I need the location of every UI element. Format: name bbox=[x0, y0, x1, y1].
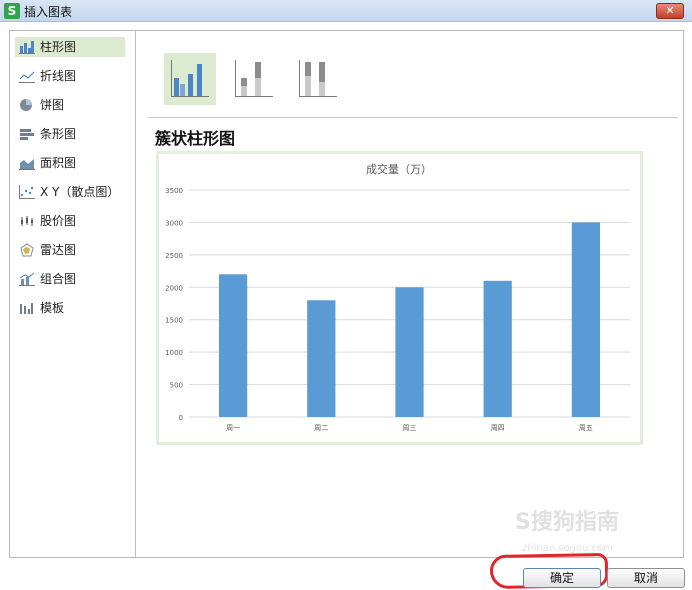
title-bar: S 插入图表 ✕ bbox=[0, 0, 692, 22]
sidebar-item-label: 饼图 bbox=[40, 98, 65, 112]
y-tick-label: 2000 bbox=[165, 284, 183, 292]
subtype-percent-stacked-column[interactable] bbox=[292, 53, 344, 105]
y-tick-label: 2500 bbox=[165, 252, 183, 260]
x-tick-label: 周四 bbox=[491, 424, 505, 432]
y-tick-label: 0 bbox=[179, 414, 183, 422]
sidebar-item-label: 条形图 bbox=[40, 127, 77, 141]
window-title: 插入图表 bbox=[24, 5, 73, 19]
wps-app-icon: S bbox=[4, 3, 20, 19]
area-chart-icon bbox=[19, 159, 35, 170]
sidebar-item-label: X Y（散点图） bbox=[40, 185, 120, 199]
y-tick-label: 1000 bbox=[165, 349, 183, 357]
sidebar-item-line[interactable]: 折线图 bbox=[15, 66, 125, 86]
subtype-stacked-column[interactable] bbox=[228, 53, 280, 105]
chart-preview: 成交量（万） 0 500 1000 1500 2000 2500 3000 3500 周一 周二… bbox=[156, 151, 643, 445]
scatter-chart-icon bbox=[19, 185, 35, 199]
bar-周四 bbox=[483, 280, 512, 417]
insert-chart-dialog: 柱形图 折线图 饼图 条形图 面积图 X Y（散点图） 股价图 雷达图 组合图 … bbox=[9, 30, 684, 558]
sidebar-item-stock[interactable]: 股价图 bbox=[15, 211, 125, 231]
chart-svg: 成交量（万） 0 500 1000 1500 2000 2500 3000 3500 周一 周二… bbox=[165, 162, 630, 432]
subtype-title: 簇状柱形图 bbox=[155, 129, 236, 148]
stacked-column-icon bbox=[235, 60, 273, 97]
sidebar-item-label: 柱形图 bbox=[40, 40, 77, 54]
bar-周五 bbox=[571, 222, 601, 417]
sidebar-item-radar[interactable]: 雷达图 bbox=[15, 240, 125, 260]
line-chart-icon bbox=[19, 71, 35, 83]
close-button[interactable]: ✕ bbox=[656, 3, 684, 19]
radar-chart-icon bbox=[20, 243, 34, 257]
chart-x-axis: 周一 周二 周三 周四 周五 bbox=[226, 424, 593, 432]
sidebar-item-label: 组合图 bbox=[40, 272, 77, 286]
x-tick-label: 周三 bbox=[403, 424, 417, 432]
sidebar-item-column[interactable]: 柱形图 bbox=[15, 37, 125, 57]
sidebar-item-label: 模板 bbox=[40, 301, 65, 315]
column-chart-icon bbox=[19, 41, 35, 54]
watermark: S搜狗指南 bbox=[515, 510, 619, 535]
sidebar-item-template[interactable]: 模板 bbox=[15, 298, 125, 318]
chart-title: 成交量（万） bbox=[366, 162, 432, 176]
template-icon bbox=[20, 303, 33, 314]
y-tick-label: 500 bbox=[170, 382, 183, 390]
clustered-column-icon bbox=[171, 60, 209, 97]
x-tick-label: 周一 bbox=[226, 424, 240, 432]
stock-chart-icon bbox=[21, 216, 33, 226]
chart-y-axis: 0 500 1000 1500 2000 2500 3000 3500 bbox=[165, 187, 183, 422]
bar-周三 bbox=[395, 287, 424, 417]
sidebar-item-combo[interactable]: 组合图 bbox=[15, 269, 125, 289]
percent-stacked-column-icon bbox=[299, 60, 337, 97]
chart-type-sidebar: 柱形图 折线图 饼图 条形图 面积图 X Y（散点图） 股价图 雷达图 组合图 … bbox=[10, 31, 136, 557]
y-tick-label: 3000 bbox=[165, 219, 183, 227]
sidebar-item-label: 折线图 bbox=[40, 69, 77, 83]
combo-chart-icon bbox=[19, 272, 35, 286]
pie-chart-icon bbox=[20, 99, 32, 111]
divider bbox=[148, 117, 678, 118]
sidebar-item-label: 面积图 bbox=[40, 156, 77, 170]
bar-周二 bbox=[307, 300, 336, 417]
sidebar-item-label: 雷达图 bbox=[40, 243, 77, 257]
sidebar-item-bar[interactable]: 条形图 bbox=[15, 124, 125, 144]
subtype-clustered-column[interactable] bbox=[164, 53, 216, 105]
x-tick-label: 周二 bbox=[314, 424, 328, 432]
cancel-button[interactable]: 取消 bbox=[607, 568, 685, 588]
x-tick-label: 周五 bbox=[579, 424, 593, 432]
sidebar-item-pie[interactable]: 饼图 bbox=[15, 95, 125, 115]
y-tick-label: 3500 bbox=[165, 187, 183, 195]
sidebar-item-area[interactable]: 面积图 bbox=[15, 153, 125, 173]
sidebar-item-scatter[interactable]: X Y（散点图） bbox=[15, 182, 125, 202]
bar-chart-icon bbox=[20, 129, 34, 140]
y-tick-label: 1500 bbox=[165, 317, 183, 325]
sidebar-item-label: 股价图 bbox=[40, 214, 77, 228]
bar-周一 bbox=[218, 274, 248, 417]
ok-button[interactable]: 确定 bbox=[523, 568, 601, 588]
watermark-url: zhinan.sogou.com bbox=[522, 543, 614, 554]
